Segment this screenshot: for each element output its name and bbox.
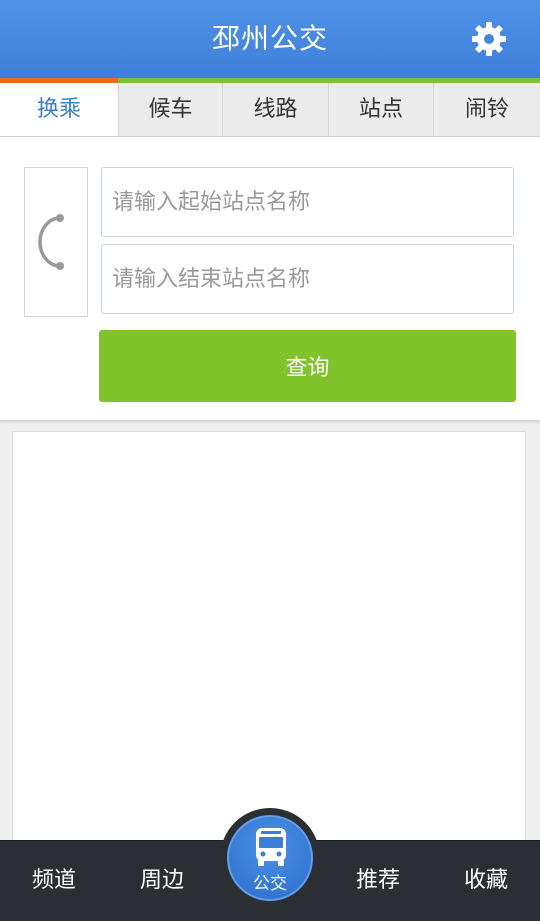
tab-waiting[interactable]: 候车 [119,83,223,136]
results-area [12,431,526,861]
end-station-input[interactable] [101,244,514,314]
nav-nearby[interactable]: 周边 [112,841,212,921]
query-button[interactable]: 查询 [99,330,516,402]
nav-bus-circle: 公交 [227,815,313,901]
nav-bus-label: 公交 [253,874,287,894]
tab-routes[interactable]: 线路 [223,83,329,136]
nav-recommend[interactable]: 推荐 [328,841,428,921]
nav-favorites[interactable]: 收藏 [436,841,536,921]
search-panel: 查询 [0,137,540,420]
bus-icon [256,828,286,866]
gear-icon [472,22,506,56]
tab-alarm[interactable]: 闹铃 [434,83,540,136]
settings-button[interactable] [468,18,510,60]
app-header: 邳州公交 [0,0,540,78]
tab-transfer[interactable]: 换乘 [0,83,119,136]
nav-channels[interactable]: 频道 [4,841,104,921]
tab-stops[interactable]: 站点 [329,83,434,136]
section-divider [0,420,540,424]
page-title: 邳州公交 [211,22,328,55]
swap-arc-icon [38,214,64,270]
nav-bus-button[interactable]: 公交 [220,808,320,908]
tab-bar: 换乘 候车 线路 站点 闹铃 [0,78,540,137]
swap-stations-button[interactable] [24,167,88,317]
start-station-input[interactable] [101,167,514,237]
